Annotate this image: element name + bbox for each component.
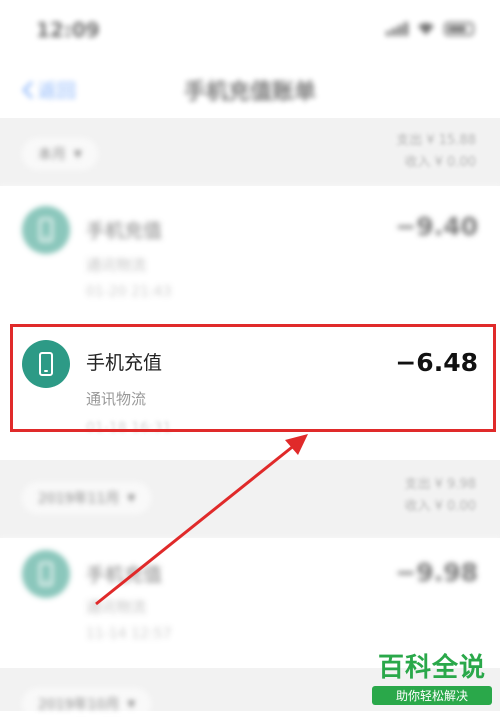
month-selector[interactable]: 2019年10月 ▼ — [22, 688, 152, 720]
signal-icon — [386, 22, 408, 36]
month-label: 2019年11月 — [38, 491, 120, 507]
summary-income: 收入 ¥ 0.00 — [404, 499, 476, 514]
status-bar: 12:09 — [0, 0, 500, 60]
wifi-icon — [418, 23, 434, 35]
page-title: 手机充值账单 — [183, 80, 316, 105]
transaction-category: 通讯物流 — [86, 256, 147, 274]
summary-expense: 支出 ¥ 15.88 — [396, 133, 476, 148]
transaction-title: 手机充值 — [86, 220, 163, 242]
transaction-row[interactable]: 手机充值 通讯物流 01-20 21:43 −9.40 — [0, 186, 500, 316]
status-time: 12:09 — [36, 18, 100, 42]
transaction-time: 11-14 12:57 — [86, 626, 172, 642]
month-label: 本月 — [38, 147, 66, 163]
transaction-time: 01-20 21:43 — [86, 284, 172, 300]
watermark-logo: 百科全说 助你轻松解决 — [372, 647, 492, 705]
transaction-category: 通讯物流 — [86, 598, 147, 616]
transaction-amount: −9.98 — [395, 558, 478, 587]
nav-bar: 返回 手机充值账单 — [0, 62, 500, 118]
chevron-down-icon: ▼ — [74, 148, 82, 160]
highlight-box — [10, 324, 496, 432]
month-summary: 支出 ¥ 15.88 收入 ¥ 0.00 — [396, 130, 476, 174]
transaction-amount: −9.40 — [395, 212, 478, 241]
month-selector[interactable]: 本月 ▼ — [22, 138, 98, 170]
transaction-title: 手机充值 — [86, 564, 163, 586]
watermark-subtitle: 助你轻松解决 — [372, 686, 492, 705]
month-summary: 支出 ¥ 9.98 收入 ¥ 0.00 — [405, 474, 476, 518]
section-header-current-month: 本月 ▼ 支出 ¥ 15.88 收入 ¥ 0.00 — [0, 118, 500, 186]
phone-recharge-icon — [22, 550, 70, 598]
watermark-title: 百科全说 — [377, 653, 486, 683]
month-selector[interactable]: 2019年11月 ▼ — [22, 482, 152, 514]
section-header-nov-2019: 2019年11月 ▼ 支出 ¥ 9.98 收入 ¥ 0.00 — [0, 460, 500, 538]
transaction-row[interactable]: 手机充值 通讯物流 11-14 12:57 −9.98 — [0, 538, 500, 660]
chevron-down-icon: ▼ — [127, 492, 136, 504]
battery-icon — [444, 22, 474, 36]
summary-income: 收入 ¥ 0.00 — [404, 155, 476, 170]
month-label: 2019年10月 — [38, 697, 120, 713]
phone-recharge-icon — [22, 206, 70, 254]
status-icons — [386, 22, 474, 36]
summary-expense: 支出 ¥ 9.98 — [404, 477, 476, 492]
chevron-down-icon: ▼ — [127, 698, 136, 710]
